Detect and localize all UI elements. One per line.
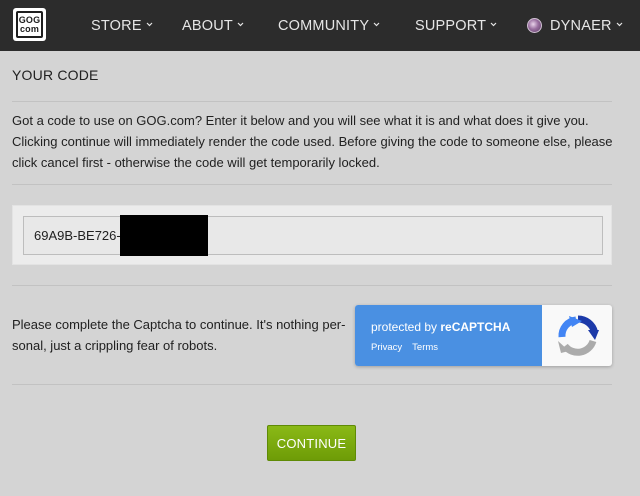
nav-about-label: ABOUT [182,17,233,34]
nav-support[interactable]: SUPPORT [415,0,497,51]
nav-about[interactable]: ABOUT [182,0,244,51]
divider [12,285,612,286]
chevron-down-icon [490,21,497,28]
recaptcha-terms-link[interactable]: Terms [412,342,438,353]
nav-community-label: COMMUNITY [278,17,370,34]
chevron-down-icon [237,21,244,28]
captcha-prompt: Please complete the Captcha to continue.… [12,314,352,356]
recaptcha-info-panel: protected by reCAPTCHA Privacy Terms [355,305,542,366]
code-input[interactable] [23,216,603,255]
page-title: YOUR CODE [12,67,99,83]
nav-store[interactable]: STORE [91,0,153,51]
nav-support-label: SUPPORT [415,17,487,34]
code-entry-panel [12,205,612,265]
nav-store-label: STORE [91,17,142,34]
captcha-prompt-line-2: sonal, just a crippling fear of robots. [12,338,218,353]
recaptcha-badge[interactable]: protected by reCAPTCHA Privacy Terms [355,305,612,366]
gog-logo[interactable]: GOG com [13,8,46,41]
divider [12,184,612,185]
chevron-down-icon [146,21,153,28]
recaptcha-protected-by: protected by [371,320,441,334]
top-navigation-bar: GOG com STORE ABOUT COMMUNITY SUPPORT DY… [0,0,640,51]
continue-button[interactable]: CONTINUE [267,425,356,461]
captcha-prompt-line-1: Please complete the Captcha to continue.… [12,317,346,332]
user-name: DYNAER [550,17,612,34]
recaptcha-privacy-link[interactable]: Privacy [371,342,402,353]
recaptcha-protected-text: protected by reCAPTCHA [371,320,510,334]
recaptcha-icon [555,313,601,359]
logo-line-2: com [19,23,40,34]
chevron-down-icon [616,21,623,28]
gog-logo-mark: GOG com [16,11,43,38]
nav-community[interactable]: COMMUNITY [278,0,380,51]
intro-line-3: click cancel first - otherwise the code … [12,155,380,170]
nav-user-menu[interactable]: DYNAER [527,0,623,51]
divider [12,101,612,102]
intro-line-2: Clicking continue will immediately rende… [12,134,613,149]
recaptcha-links: Privacy Terms [371,342,448,353]
chevron-down-icon [373,21,380,28]
intro-text: Got a code to use on GOG.com? Enter it b… [12,110,622,173]
user-avatar [527,18,542,33]
recaptcha-brand: reCAPTCHA [440,320,511,334]
divider [12,384,612,385]
redaction-block [120,215,208,256]
intro-line-1: Got a code to use on GOG.com? Enter it b… [12,113,589,128]
